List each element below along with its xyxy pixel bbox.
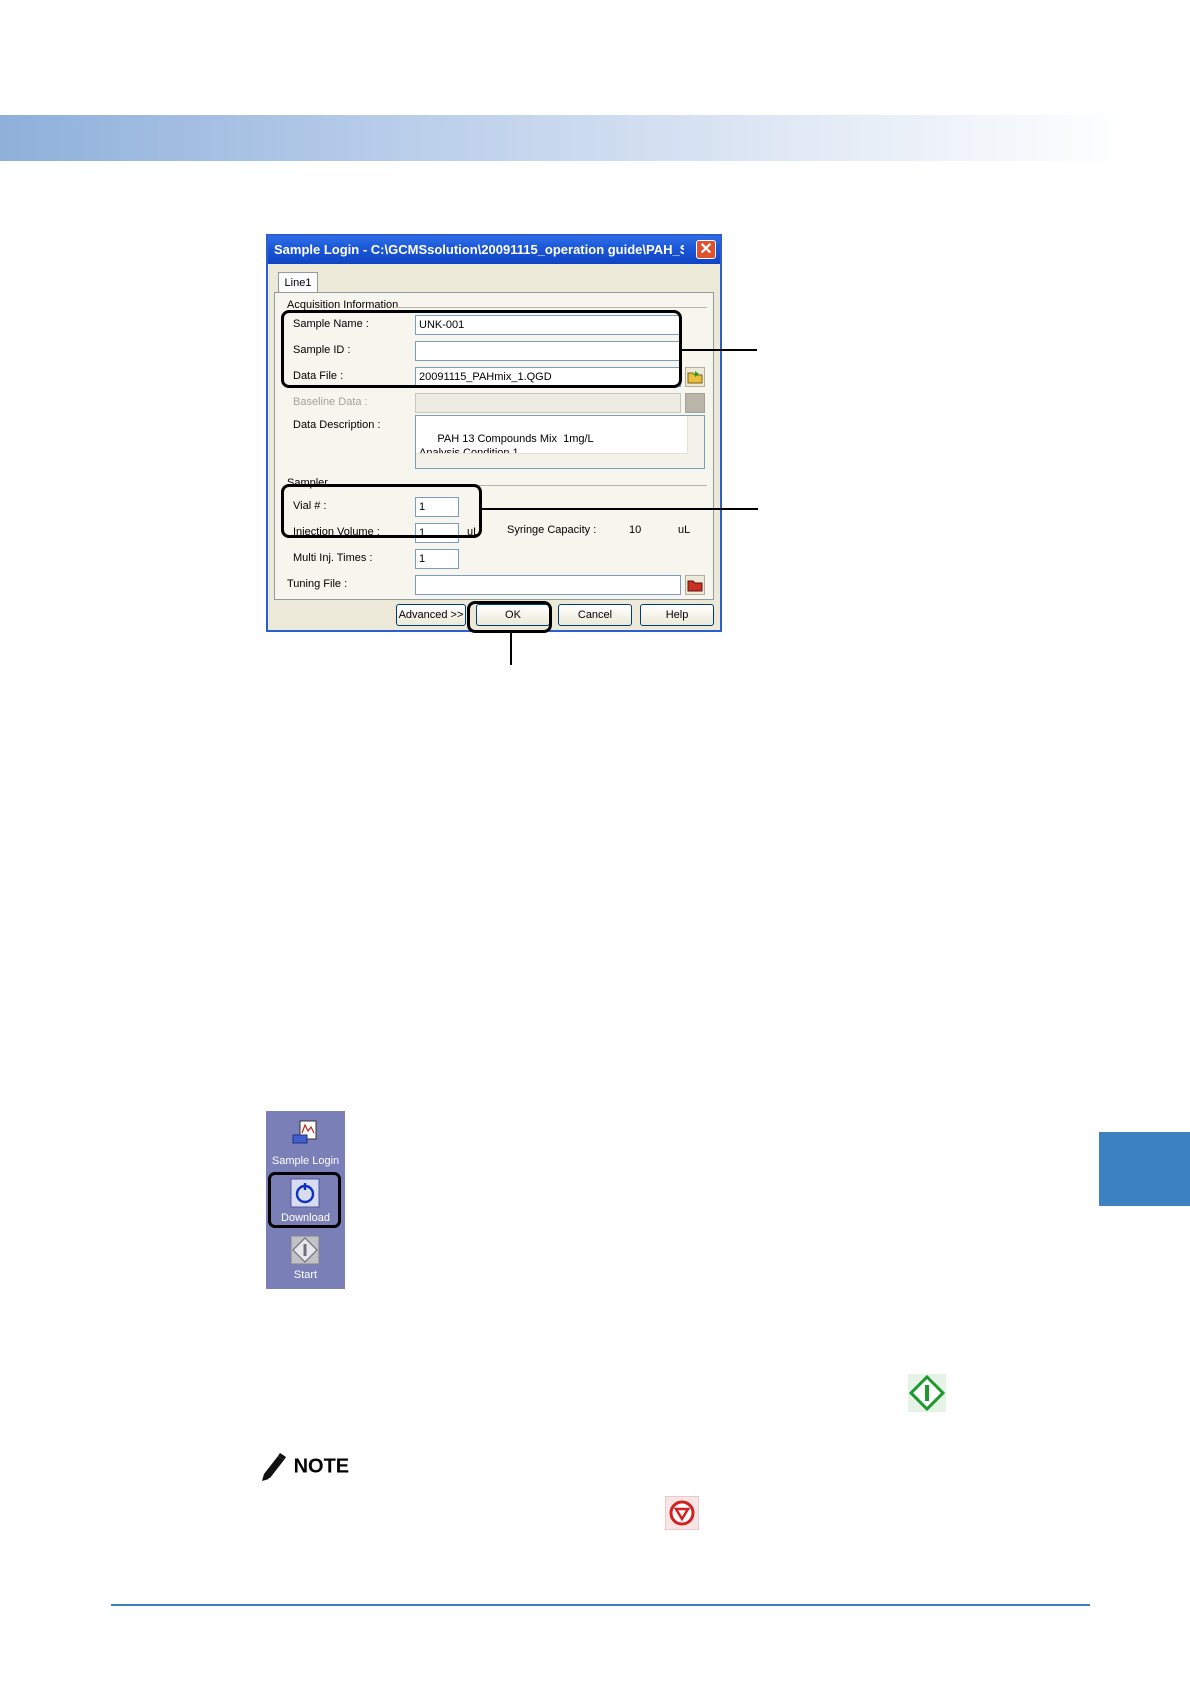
header-band bbox=[0, 115, 1130, 161]
vertical-scrollbar[interactable] bbox=[687, 416, 704, 468]
syringe-capacity-label: Syringe Capacity : bbox=[507, 524, 597, 536]
sample-login-dialog: Sample Login - C:\GCMSsolution\20091115_… bbox=[266, 234, 722, 632]
note-label: NOTE bbox=[293, 1455, 350, 1478]
tuning-file-browse-button[interactable] bbox=[685, 575, 705, 595]
close-icon[interactable]: ✕ bbox=[696, 240, 716, 259]
callout-sampler-fields bbox=[281, 484, 482, 538]
chapter-side-tab bbox=[1099, 1132, 1190, 1206]
tuning-file-label: Tuning File : bbox=[287, 578, 348, 590]
data-description-textarea[interactable]: PAH 13 Compounds Mix 1mg/L Analysis Cond… bbox=[415, 415, 705, 469]
download-label: Download bbox=[281, 1212, 330, 1224]
data-description-label: Data Description : bbox=[293, 419, 381, 431]
leader-line bbox=[682, 349, 757, 351]
folder-icon bbox=[687, 580, 703, 592]
footer-rule bbox=[111, 1604, 1090, 1606]
start-icon bbox=[290, 1235, 320, 1265]
data-file-browse-button[interactable] bbox=[685, 367, 705, 387]
leader-line bbox=[510, 633, 512, 665]
baseline-data-input bbox=[415, 393, 681, 413]
help-button[interactable]: Help bbox=[640, 604, 714, 626]
assistant-toolbar: Sample Login Download Start bbox=[266, 1111, 345, 1289]
baseline-data-label: Baseline Data : bbox=[293, 396, 368, 408]
note-heading: NOTE bbox=[260, 1452, 349, 1482]
multi-inj-times-label: Multi Inj. Times : bbox=[293, 552, 373, 564]
dialog-title: Sample Login - C:\GCMSsolution\20091115_… bbox=[274, 242, 684, 257]
download-icon bbox=[290, 1178, 320, 1208]
sample-login-label: Sample Login bbox=[271, 1155, 340, 1167]
baseline-browse-button bbox=[685, 393, 705, 413]
start-label: Start bbox=[293, 1269, 318, 1281]
sample-login-icon bbox=[292, 1120, 317, 1144]
callout-ok-button bbox=[467, 601, 552, 633]
sample-login-button[interactable]: Sample Login bbox=[266, 1115, 345, 1169]
callout-acquisition-fields bbox=[281, 310, 682, 388]
pencil-icon bbox=[262, 1453, 286, 1481]
tab-line1[interactable]: Line1 bbox=[278, 272, 318, 293]
folder-icon bbox=[687, 371, 703, 384]
horizontal-scrollbar[interactable] bbox=[416, 453, 688, 468]
syringe-capacity-unit: uL bbox=[678, 524, 691, 536]
advanced-button[interactable]: Advanced >> bbox=[396, 604, 466, 626]
start-icon bbox=[908, 1374, 946, 1412]
dialog-titlebar[interactable]: Sample Login - C:\GCMSsolution\20091115_… bbox=[268, 236, 720, 264]
group-divider bbox=[395, 307, 707, 308]
stop-icon bbox=[665, 1496, 699, 1530]
download-button[interactable]: Download bbox=[266, 1170, 345, 1230]
tuning-file-input[interactable] bbox=[415, 575, 681, 595]
leader-line bbox=[482, 508, 758, 510]
cancel-button[interactable]: Cancel bbox=[558, 604, 632, 626]
start-button[interactable]: Start bbox=[266, 1231, 345, 1287]
syringe-capacity-value: 10 bbox=[629, 524, 642, 536]
multi-inj-times-input[interactable]: 1 bbox=[415, 549, 459, 569]
